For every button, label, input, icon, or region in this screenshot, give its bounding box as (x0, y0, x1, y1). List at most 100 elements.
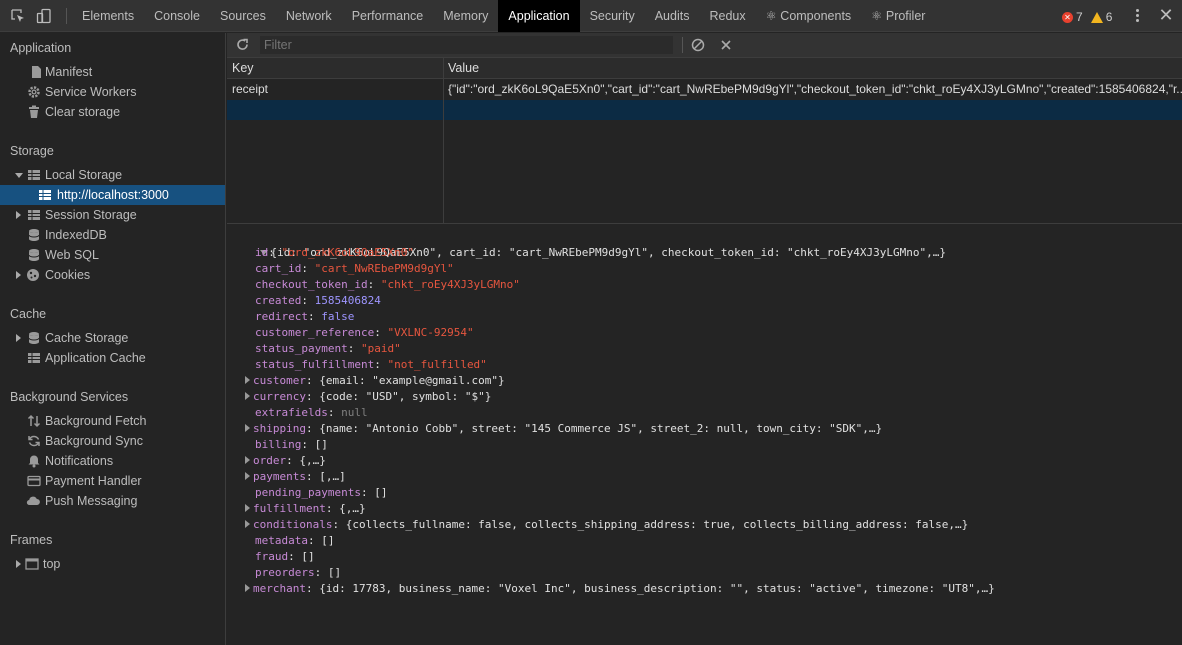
sidebar-item-label: Application Cache (45, 351, 146, 365)
property-payments[interactable]: payments: [,…] (245, 469, 346, 485)
chevron-right-icon[interactable] (16, 271, 21, 279)
sidebar-item-payment-handler[interactable]: Payment Handler (0, 471, 225, 491)
property-fulfillment[interactable]: fulfillment: {,…} (245, 501, 366, 517)
expand-triangle-icon[interactable] (245, 456, 250, 464)
sidebar-item-clear-storage[interactable]: Clear storage (0, 102, 225, 122)
clear-all-icon[interactable] (691, 38, 705, 52)
tab-console[interactable]: Console (144, 0, 210, 32)
property-value: "cart_NwREbePM9d9gYl" (314, 262, 454, 275)
tab-audits[interactable]: Audits (645, 0, 700, 32)
table-row[interactable]: receipt {"id":"ord_zkK6oL9QaE5Xn0","cart… (227, 79, 1182, 99)
property-key: payments (253, 470, 306, 483)
sidebar-item-notifications[interactable]: Notifications (0, 451, 225, 471)
close-devtools-icon[interactable]: ✕ (1158, 5, 1174, 25)
sidebar-item-service-workers[interactable]: Service Workers (0, 82, 225, 102)
expand-triangle-icon[interactable] (245, 520, 250, 528)
tab-performance[interactable]: Performance (342, 0, 434, 32)
property-key: shipping (253, 422, 306, 435)
sidebar-item-label: Session Storage (45, 208, 137, 222)
property-pending-payments: pending_payments: [] (255, 486, 388, 499)
sidebar-item-label: Background Sync (45, 434, 143, 448)
sidebar-item-session-storage[interactable]: Session Storage (0, 205, 225, 225)
sidebar-item-manifest[interactable]: Manifest (0, 62, 225, 82)
toolbar-divider (682, 37, 683, 53)
property-value: 1585406824 (314, 294, 381, 307)
property-redirect: redirect: false (255, 310, 355, 323)
expand-triangle-icon[interactable] (245, 584, 250, 592)
property-metadata: metadata: [] (255, 534, 335, 547)
sidebar-item-cache-storage[interactable]: Cache Storage (0, 328, 225, 348)
storage-table: Key Value receipt {"id":"ord_zkK6oL9QaE5… (227, 58, 1182, 224)
chevron-right-icon[interactable] (16, 334, 21, 342)
property-cart-id: cart_id: "cart_NwREbePM9d9gYl" (255, 262, 454, 275)
database-icon (27, 331, 41, 345)
property-status-fulfillment: status_fulfillment: "not_fulfilled" (255, 358, 487, 371)
property-value: [] (327, 566, 342, 579)
property-customer[interactable]: customer: {email: "example@gmail.com"} (245, 373, 505, 389)
sidebar-item-label: Push Messaging (45, 494, 138, 508)
tab-sources[interactable]: Sources (210, 0, 276, 32)
sidebar-item-application-cache[interactable]: Application Cache (0, 348, 225, 368)
tab-security[interactable]: Security (580, 0, 645, 32)
tab-components[interactable]: ⚛ Components (756, 0, 862, 32)
property-merchant[interactable]: merchant: {id: 17783, business_name: "Vo… (245, 581, 995, 597)
sidebar-item-localhost[interactable]: http://localhost:3000 (0, 185, 225, 205)
property-order[interactable]: order: {,…} (245, 453, 326, 469)
tab-redux[interactable]: Redux (699, 0, 755, 32)
expand-triangle-icon[interactable] (245, 376, 250, 384)
property-value: {,…} (299, 454, 326, 467)
chevron-down-icon[interactable] (15, 173, 23, 178)
expand-triangle-icon[interactable] (245, 424, 250, 432)
property-currency[interactable]: currency: {code: "USD", symbol: "$"} (245, 389, 491, 405)
property-value: [] (314, 438, 328, 451)
property-fraud: fraud: [] (255, 550, 315, 563)
property-key: metadata (255, 534, 308, 547)
refresh-icon[interactable] (235, 37, 250, 52)
tab-memory[interactable]: Memory (433, 0, 498, 32)
filter-input[interactable] (260, 36, 673, 54)
tab-network[interactable]: Network (276, 0, 342, 32)
column-header-value[interactable]: Value (443, 58, 1182, 79)
expand-triangle-icon[interactable] (245, 392, 250, 400)
frame-icon (25, 557, 39, 571)
tab-application[interactable]: Application (498, 0, 580, 32)
column-header-key[interactable]: Key (227, 58, 443, 79)
delete-selected-icon[interactable] (719, 38, 733, 52)
property-key: extrafields (255, 406, 328, 419)
sidebar-item-indexeddb[interactable]: IndexedDB (0, 225, 225, 245)
property-key: pending_payments (255, 486, 361, 499)
device-toolbar-icon[interactable] (36, 8, 52, 24)
property-key: customer (253, 374, 306, 387)
property-value: {collects_fullname: false, collects_ship… (345, 518, 969, 531)
inspect-element-icon[interactable] (10, 8, 26, 24)
grid-icon (38, 188, 52, 202)
property-value: "paid" (360, 342, 401, 355)
sidebar-item-push-messaging[interactable]: Push Messaging (0, 491, 225, 511)
tab-elements[interactable]: Elements (72, 0, 144, 32)
property-extrafields: extrafields: null (255, 406, 368, 419)
sidebar-item-web-sql[interactable]: Web SQL (0, 245, 225, 265)
issue-counters[interactable]: ✕ 7 6 (1062, 9, 1112, 25)
tab-profiler[interactable]: ⚛ Profiler (861, 0, 935, 32)
chevron-right-icon[interactable] (16, 211, 21, 219)
cell-value: {"id":"ord_zkK6oL9QaE5Xn0","cart_id":"ca… (448, 82, 1182, 96)
sidebar-item-cookies[interactable]: Cookies (0, 265, 225, 285)
sidebar-item-background-fetch[interactable]: Background Fetch (0, 411, 225, 431)
property-value: [] (321, 534, 335, 547)
property-conditionals[interactable]: conditionals: {collects_fullname: false,… (245, 517, 968, 533)
sidebar-item-local-storage[interactable]: Local Storage (0, 165, 225, 185)
error-count: 7 (1076, 10, 1083, 24)
panel-tabs: Elements Console Sources Network Performance… (72, 0, 935, 32)
expand-triangle-icon[interactable] (245, 472, 250, 480)
sidebar-item-background-sync[interactable]: Background Sync (0, 431, 225, 451)
sidebar-item-frame-top[interactable]: top (0, 554, 225, 574)
devtools-tab-bar: Elements Console Sources Network Performance… (0, 0, 1182, 32)
expand-triangle-icon[interactable] (245, 504, 250, 512)
more-options-icon[interactable] (1132, 8, 1142, 24)
table-header: Key Value (227, 58, 1182, 79)
chevron-right-icon[interactable] (16, 560, 21, 568)
property-shipping[interactable]: shipping: {name: "Antonio Cobb", street:… (245, 421, 882, 437)
table-row-empty-selected[interactable] (227, 100, 1182, 120)
property-key: checkout_token_id (255, 278, 368, 291)
object-summary[interactable]: {id: "ord_zkK6oL9QaE5Xn0", cart_id: "car… (233, 229, 946, 259)
